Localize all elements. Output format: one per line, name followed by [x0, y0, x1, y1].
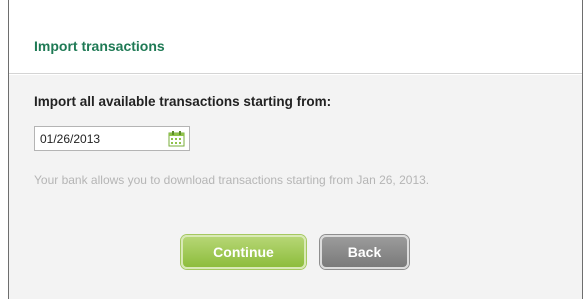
import-form: Import all available transactions starti… — [9, 75, 582, 299]
start-date-label: Import all available transactions starti… — [34, 94, 332, 109]
continue-button[interactable]: Continue — [181, 235, 306, 269]
back-button[interactable]: Back — [320, 235, 409, 269]
start-date-field[interactable]: 01/26/2013 — [34, 126, 190, 151]
dialog-title: Import transactions — [34, 38, 165, 54]
download-availability-note: Your bank allows you to download transac… — [34, 173, 430, 187]
calendar-icon[interactable] — [168, 130, 185, 147]
start-date-value[interactable]: 01/26/2013 — [40, 132, 100, 146]
dialog-header: Import transactions — [9, 0, 582, 74]
import-dialog: Import transactions Import all available… — [8, 0, 583, 299]
